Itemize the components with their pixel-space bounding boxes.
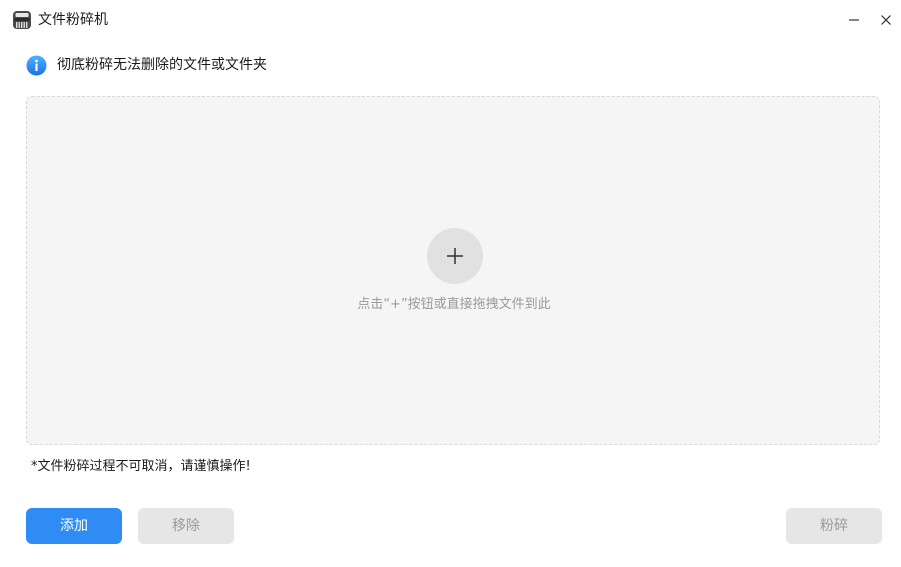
info-row: 彻底粉碎无法删除的文件或文件夹 — [26, 54, 267, 76]
info-text: 彻底粉碎无法删除的文件或文件夹 — [57, 57, 267, 73]
shred-button[interactable]: 粉碎 — [786, 508, 882, 544]
minimize-icon — [849, 19, 859, 21]
add-file-circle-button[interactable] — [427, 228, 483, 284]
title-bar: 文件粉碎机 — [0, 0, 901, 40]
info-icon — [26, 55, 47, 75]
minimize-button[interactable] — [841, 8, 867, 32]
close-button[interactable] — [873, 8, 899, 32]
warning-text: *文件粉碎过程不可取消，请谨慎操作! — [31, 459, 251, 474]
drop-hint-text: 点击“+”按钮或直接拖拽文件到此 — [357, 297, 551, 312]
shredder-icon — [13, 11, 31, 29]
remove-button[interactable]: 移除 — [138, 508, 234, 544]
close-icon — [881, 15, 891, 25]
file-drop-zone[interactable]: 点击“+”按钮或直接拖拽文件到此 — [26, 96, 880, 445]
file-shredder-window: 文件粉碎机 彻底粉碎无法删除的文件或文件夹 点击“+”按钮或直接拖拽文件到此 *… — [0, 0, 901, 567]
window-title: 文件粉碎机 — [38, 12, 108, 28]
add-button[interactable]: 添加 — [26, 508, 122, 544]
plus-icon — [447, 248, 463, 264]
